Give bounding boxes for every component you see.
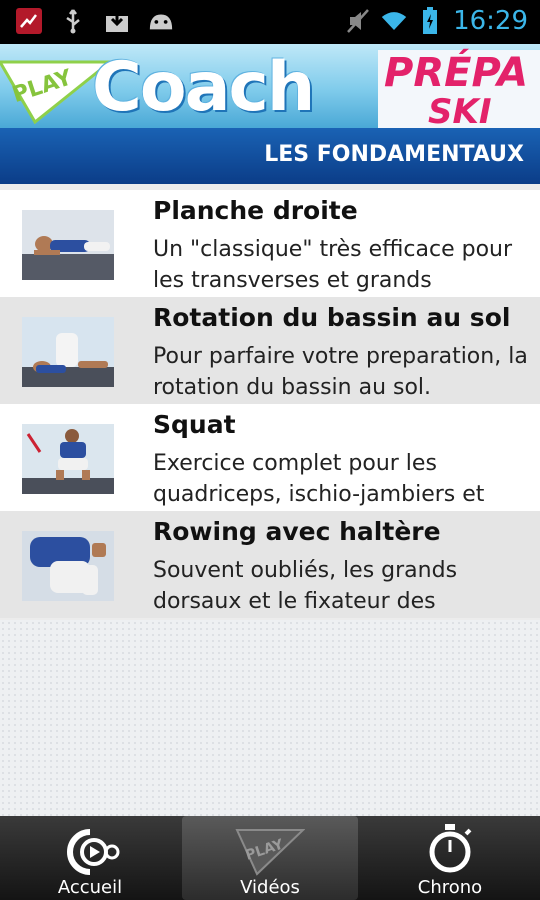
clock: 16:29 — [453, 6, 528, 36]
exercise-item[interactable]: Squat Exercice complet pour les quadrice… — [0, 404, 540, 511]
tab-home[interactable]: Accueil — [30, 816, 150, 900]
exercise-description: Souvent oubliés, les grands dorsaux et l… — [153, 558, 458, 614]
download-icon — [104, 8, 130, 34]
exercise-thumbnail — [22, 424, 114, 494]
section-title-bar: LES FONDAMENTAUX — [0, 128, 540, 184]
exercise-title: Squat — [153, 410, 236, 439]
tab-videos[interactable]: PLAY Vidéos — [182, 816, 358, 900]
tab-chrono-label: Chrono — [417, 877, 483, 898]
ski-logo-text: SKI — [428, 92, 492, 128]
list-background — [0, 620, 540, 816]
mute-icon — [345, 8, 371, 34]
exercise-title: Planche droite — [153, 196, 358, 225]
exercise-title: Rotation du bassin au sol — [153, 303, 511, 332]
coach-home-icon — [67, 829, 120, 875]
exercise-thumbnail — [22, 210, 114, 280]
exercise-thumbnail — [22, 531, 114, 601]
tab-home-label: Accueil — [57, 877, 123, 898]
exercise-thumbnail — [22, 317, 114, 387]
bottom-navigation: Accueil PLAY Vidéos Chrono — [0, 816, 540, 900]
usb-icon — [60, 8, 86, 34]
tab-videos-label: Vidéos — [240, 877, 300, 898]
coach-logo-text: Coach — [92, 48, 315, 127]
app-banner: PLAY Coach PRÉPA SKI — [0, 44, 540, 128]
exercise-description: Exercice complet pour les quadriceps, is… — [153, 451, 485, 507]
exercise-item[interactable]: Rotation du bassin au sol Pour parfaire … — [0, 297, 540, 404]
tab-chrono[interactable]: Chrono — [390, 816, 510, 900]
exercise-item[interactable]: Planche droite Un "classique" très effic… — [0, 190, 540, 297]
battery-icon — [417, 7, 443, 34]
section-title: LES FONDAMENTAUX — [264, 142, 524, 167]
stopwatch-icon — [429, 824, 472, 873]
prepa-logo-text: PRÉPA — [384, 50, 529, 96]
wifi-icon — [381, 8, 407, 34]
exercise-title: Rowing avec haltère — [153, 517, 441, 546]
android-debug-icon — [148, 8, 174, 34]
exercise-item[interactable]: Rowing avec haltère Souvent oubliés, les… — [0, 511, 540, 618]
exercise-description: Pour parfaire votre preparation, la rota… — [153, 344, 528, 400]
exercise-list: Planche droite Un "classique" très effic… — [0, 190, 540, 618]
status-bar: 16:29 — [0, 0, 540, 44]
play-videos-icon: PLAY — [235, 829, 305, 876]
exercise-description: Un "classique" très efficace pour les tr… — [153, 237, 513, 293]
stocks-notification-icon — [16, 8, 42, 34]
